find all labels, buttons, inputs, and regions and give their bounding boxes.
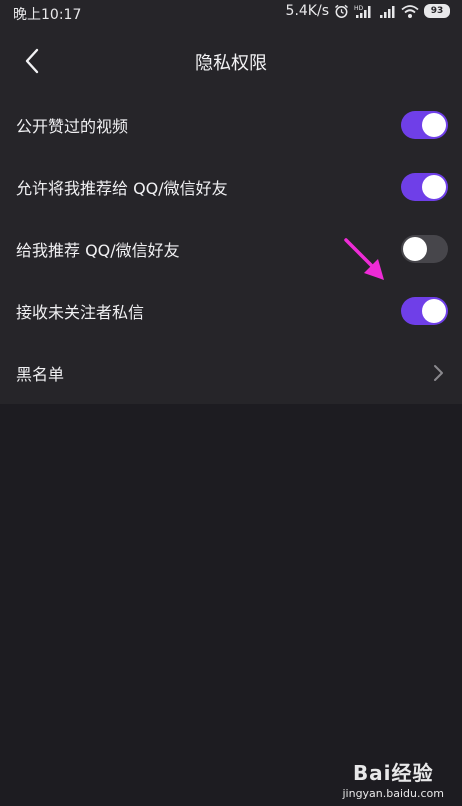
setting-label: 给我推荐 QQ/微信好友 — [16, 241, 180, 260]
setting-blacklist[interactable]: 黑名单 — [0, 342, 462, 404]
toggle-switch[interactable] — [401, 111, 448, 139]
page-title: 隐私权限 — [195, 53, 267, 74]
watermark-logo-text: Bai经验 — [352, 761, 434, 785]
setting-public-liked-videos[interactable]: 公开赞过的视频 — [0, 94, 462, 156]
toggle-knob — [422, 299, 446, 323]
setting-receive-stranger-messages[interactable]: 接收未关注者私信 — [0, 280, 462, 342]
alarm-icon — [335, 4, 348, 18]
baidu-jingyan-watermark: Bai经验 jingyan.baidu.com — [342, 757, 444, 800]
status-icons: 5.4K/s HD 93 — [286, 3, 450, 19]
setting-label: 公开赞过的视频 — [16, 117, 129, 136]
toggle-switch[interactable] — [401, 173, 448, 201]
setting-label: 接收未关注者私信 — [16, 303, 145, 322]
watermark-logo: Bai经验 — [342, 757, 444, 786]
setting-recommend-me-to-friends[interactable]: 允许将我推荐给 QQ/微信好友 — [0, 156, 462, 218]
toggle-knob — [422, 175, 446, 199]
toggle-switch[interactable] — [401, 235, 448, 263]
chevron-right-icon — [434, 365, 443, 381]
network-speed: 5.4K/s — [285, 3, 329, 19]
toggle-knob — [422, 113, 446, 137]
status-time: 晚上10:17 — [13, 7, 82, 23]
battery-indicator: 93 — [424, 4, 450, 18]
setting-recommend-friends-to-me[interactable]: 给我推荐 QQ/微信好友 — [0, 218, 462, 280]
toggle-switch[interactable] — [401, 297, 448, 325]
header: 隐私权限 — [0, 38, 462, 84]
setting-label: 允许将我推荐给 QQ/微信好友 — [16, 179, 228, 198]
hd-signal-icon: HD — [354, 5, 371, 18]
signal-icon — [380, 5, 395, 18]
watermark-url: jingyan.baidu.com — [342, 787, 444, 800]
status-bar: 晚上10:17 5.4K/s HD 93 — [0, 0, 462, 26]
wifi-icon — [401, 4, 419, 18]
svg-text:HD: HD — [354, 5, 364, 12]
setting-label: 黑名单 — [16, 365, 65, 384]
toggle-knob — [403, 237, 427, 261]
annotation-arrow-icon — [344, 238, 384, 280]
